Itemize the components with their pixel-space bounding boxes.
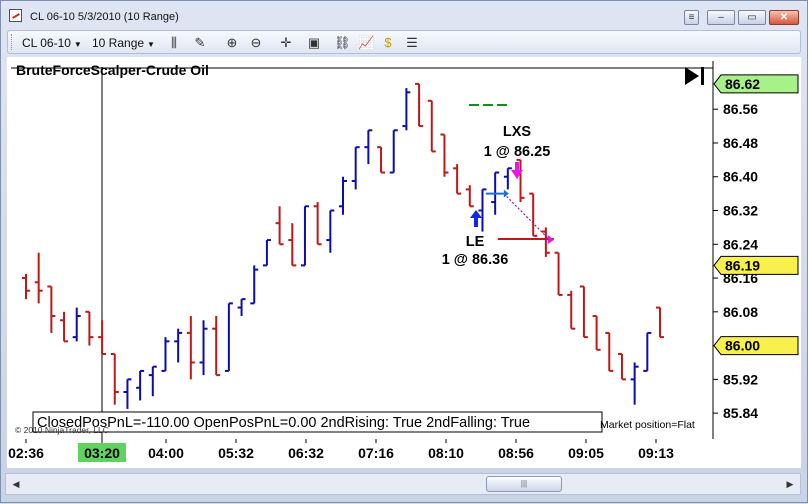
ohlc-bar: [364, 129, 373, 165]
ohlc-bar: [389, 129, 398, 174]
status-box: ClosedPosPnL=-110.00 OpenPosPnL=0.00 2nd…: [32, 411, 603, 433]
ohlc-bar: [643, 331, 652, 372]
ohlc-bar: [123, 378, 132, 409]
chart-window: CL 06-10 5/3/2010 (10 Range) ≡ – ▭ ✕ CL …: [0, 0, 808, 503]
ohlc-bar: [440, 133, 449, 177]
ohlc-bar: [617, 353, 626, 381]
scrollbar-thumb[interactable]: |||: [486, 476, 562, 492]
trade-connector-line: [503, 193, 551, 241]
ohlc-bar: [326, 209, 335, 253]
long-exit-detail: 1 @ 86.25: [484, 144, 551, 160]
y-tick-label: 86.48: [723, 135, 758, 151]
ohlc-bar: [579, 285, 588, 339]
ohlc-bar: [34, 252, 43, 304]
price-chart[interactable]: LE 1 @ 86.36 LXS 1 @ 86.25 86.56 86.48 86.40 8…: [1, 1, 808, 504]
ohlc-bar: [503, 167, 512, 190]
ohlc-bar: [339, 176, 347, 215]
ohlc-bar: [288, 223, 297, 267]
ohlc-bar: [605, 331, 614, 372]
chart-title: BruteForceScalper-Crude Oil: [16, 62, 209, 78]
y-tick-label: 86.08: [723, 304, 758, 320]
trade-markers: LE 1 @ 86.36 LXS 1 @ 86.25: [442, 103, 554, 268]
ohlc-bar: [453, 164, 462, 195]
ohlc-bar: [161, 337, 170, 372]
x-tick-label: 09:13: [638, 445, 674, 461]
x-tick-label: 03:20: [84, 445, 120, 461]
ohlc-bar: [199, 320, 208, 376]
x-tick-label: 08:56: [498, 445, 534, 461]
ohlc-bar: [656, 306, 664, 339]
time-axis: 02:36 03:20 04:00 05:32 06:32 07:16 08:10 08:56…: [8, 439, 674, 462]
ohlc-bar: [72, 307, 81, 342]
ohlc-bar: [465, 185, 474, 208]
price-marker-tag-label: 86.00: [725, 338, 760, 354]
ohlc-bar: [630, 362, 639, 405]
ohlc-bar: [377, 146, 386, 174]
long-exit-arrow-shaft: [515, 162, 519, 171]
ohlc-bar: [237, 298, 246, 317]
ohlc-bar: [22, 273, 30, 300]
ohlc-bar: [174, 328, 183, 363]
price-marker-tag: 86.00: [713, 336, 799, 356]
y-tick-label: 86.24: [723, 236, 758, 252]
ohlc-bar: [427, 99, 436, 153]
ohlc-bar: [98, 320, 107, 356]
y-tick-label: 86.40: [723, 169, 758, 185]
status-line: ClosedPosPnL=-110.00 OpenPosPnL=0.00 2nd…: [37, 415, 530, 431]
ohlc-bar: [313, 202, 322, 246]
ohlc-bar: [250, 265, 259, 305]
x-tick-label: 08:10: [428, 445, 464, 461]
scroll-left-icon[interactable]: ◀: [8, 476, 24, 492]
ohlc-bar: [478, 188, 487, 232]
ohlc-bar: [351, 146, 360, 190]
y-tick-label: 86.56: [723, 101, 758, 117]
ohlc-bar: [47, 285, 56, 333]
ohlc-bar: [592, 315, 601, 351]
price-axis: 86.5686.4886.4086.3286.2486.1686.0886.00…: [713, 74, 799, 421]
ohlc-bar: [262, 239, 271, 267]
x-tick-label: 07:16: [358, 445, 394, 461]
horizontal-scrollbar[interactable]: ◀ ||| ▶: [5, 473, 801, 495]
last-price-tag-label: 86.62: [725, 76, 760, 92]
y-tick-label: 86.32: [723, 203, 758, 219]
ohlc-bars: [22, 82, 664, 409]
long-entry-detail: 1 @ 86.36: [442, 252, 509, 268]
ohlc-bar: [85, 310, 94, 346]
ohlc-bar: [402, 88, 411, 131]
ohlc-bar: [148, 365, 157, 397]
x-tick-label: 05:32: [218, 445, 254, 461]
y-tick-label: 85.92: [723, 371, 758, 387]
ohlc-bar: [275, 206, 284, 246]
long-exit-label: LXS: [503, 124, 532, 140]
go-to-end-icon[interactable]: [685, 67, 704, 85]
exit-triangle: [547, 235, 554, 245]
x-tick-label: 09:05: [568, 445, 604, 461]
ohlc-bar: [224, 302, 233, 372]
last-price-tag: 86.62: [713, 74, 799, 94]
ohlc-bar: [415, 82, 424, 128]
x-tick-label: 02:36: [8, 445, 44, 461]
entry-triangle: [503, 189, 509, 198]
price-marker-tag-label: 86.19: [725, 257, 760, 273]
ohlc-bar: [186, 316, 195, 380]
ohlc-bar: [136, 369, 145, 401]
market-position-text: Market position=Flat: [600, 419, 695, 431]
ohlc-bar: [110, 353, 119, 405]
ohlc-bar: [300, 205, 309, 267]
y-tick-label: 85.84: [723, 405, 758, 421]
ohlc-bar: [60, 311, 69, 343]
copyright-text: © 2010 NinjaTrader, LLC: [15, 425, 109, 435]
long-entry-label: LE: [466, 234, 485, 250]
x-tick-label: 06:32: [288, 445, 324, 461]
x-tick-label: 04:00: [148, 445, 184, 461]
ohlc-bar: [554, 251, 563, 296]
ohlc-bar: [212, 316, 221, 377]
ohlc-bar: [567, 290, 576, 330]
price-marker-tag: 86.19: [713, 255, 799, 275]
long-entry-arrow-shaft: [474, 217, 478, 227]
ohlc-bar: [529, 192, 538, 237]
scroll-right-icon[interactable]: ▶: [782, 476, 798, 492]
